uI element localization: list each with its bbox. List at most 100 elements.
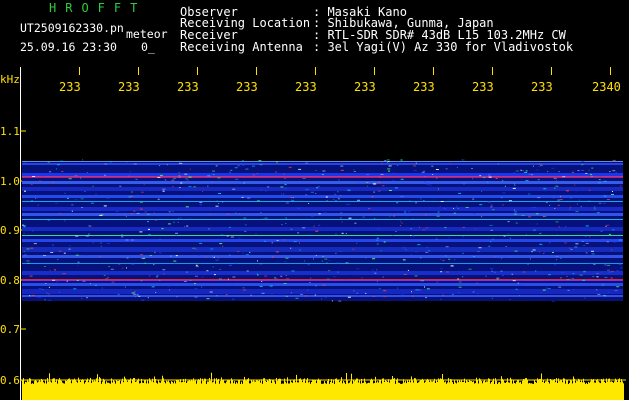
noise-floor-bar (30, 378, 31, 400)
noise-speck (93, 235, 96, 237)
noise-speck (596, 212, 600, 213)
noise-speck (619, 187, 621, 189)
noise-floor-bar (605, 383, 606, 400)
noise-speck (260, 189, 263, 191)
noise-floor-bar (41, 378, 42, 400)
noise-floor-bar (32, 383, 33, 400)
noise-floor-bar (91, 382, 92, 400)
noise-floor-bar (614, 381, 615, 400)
noise-floor-bar (544, 383, 545, 400)
noise-speck (538, 165, 541, 167)
noise-floor-bar (558, 378, 559, 400)
noise-floor-bar (197, 380, 198, 400)
noise-floor-bar (258, 381, 259, 400)
noise-floor-bar (199, 380, 200, 400)
noise-floor-bar (466, 380, 467, 400)
noise-speck (290, 197, 293, 198)
noise-floor-bar (45, 380, 46, 400)
noise-speck (48, 286, 50, 288)
noise-floor-bar (105, 383, 106, 400)
noise-speck (539, 232, 542, 234)
noise-floor-bar (216, 378, 217, 400)
noise-speck (169, 289, 170, 291)
noise-floor-bar (36, 380, 37, 400)
noise-speck (206, 270, 209, 272)
noise-speck (256, 173, 258, 174)
noise-speck (514, 209, 516, 211)
noise-floor-bar (592, 380, 593, 400)
noise-floor-bar (494, 384, 495, 400)
noise-floor-bar (290, 379, 291, 400)
noise-speck (41, 234, 43, 236)
noise-speck (216, 200, 218, 202)
noise-speck (606, 199, 610, 200)
noise-speck (245, 254, 249, 255)
noise-speck (525, 170, 528, 172)
noise-floor-bar (436, 379, 437, 400)
noise-speck (604, 254, 607, 256)
noise-speck (285, 202, 289, 204)
noise-speck (151, 286, 155, 288)
noise-floor-bar (182, 381, 183, 400)
noise-speck (23, 225, 26, 227)
noise-speck (437, 211, 440, 213)
noise-speck (161, 228, 164, 230)
noise-floor-bar (55, 381, 56, 400)
noise-speck (259, 164, 263, 166)
noise-floor-bar (171, 381, 172, 400)
noise-speck (103, 274, 106, 276)
noise-speck (374, 272, 377, 274)
noise-speck (418, 289, 422, 291)
noise-speck (339, 217, 342, 219)
noise-floor-bar (259, 380, 260, 400)
noise-floor-bar (34, 380, 35, 400)
noise-floor-bar (234, 381, 235, 400)
noise-floor-bar (577, 381, 578, 400)
noise-speck (400, 220, 402, 222)
noise-speck (411, 291, 412, 293)
noise-floor-bar (107, 382, 108, 400)
noise-speck (598, 202, 602, 204)
noise-floor-bar (150, 380, 151, 400)
noise-speck (520, 169, 523, 171)
noise-floor-bar (606, 378, 607, 400)
noise-speck (52, 189, 54, 191)
noise-speck (531, 206, 533, 208)
noise-speck (381, 162, 383, 164)
noise-speck (100, 245, 102, 247)
noise-speck (326, 262, 328, 264)
noise-speck (570, 197, 572, 199)
noise-speck (529, 258, 531, 260)
noise-speck (491, 270, 493, 272)
noise-floor-bar (590, 381, 591, 400)
noise-speck (133, 163, 137, 165)
noise-speck (242, 252, 244, 254)
noise-speck (462, 252, 464, 254)
noise-band (22, 187, 623, 191)
noise-speck (47, 161, 50, 163)
noise-floor-bar (249, 383, 250, 400)
noise-speck (59, 212, 62, 214)
noise-floor-bar (533, 383, 534, 400)
noise-speck (305, 194, 308, 196)
noise-speck (23, 226, 26, 228)
noise-floor-bar (24, 383, 25, 400)
noise-floor-bar (428, 379, 429, 400)
noise-speck (465, 207, 469, 208)
noise-speck (543, 188, 547, 190)
noise-speck (275, 251, 279, 253)
noise-speck (354, 229, 356, 231)
noise-speck (241, 197, 244, 198)
noise-speck (235, 212, 237, 214)
noise-floor-bar (195, 380, 196, 400)
noise-floor-bar (187, 381, 188, 400)
noise-floor-bar (38, 381, 39, 400)
noise-speck (582, 279, 586, 281)
noise-speck (588, 189, 591, 191)
noise-floor-bar (570, 380, 571, 400)
noise-floor-bar (531, 383, 532, 400)
noise-speck (577, 170, 580, 172)
noise-speck (140, 201, 143, 203)
noise-speck (572, 273, 575, 275)
noise-floor-bar (562, 382, 563, 400)
